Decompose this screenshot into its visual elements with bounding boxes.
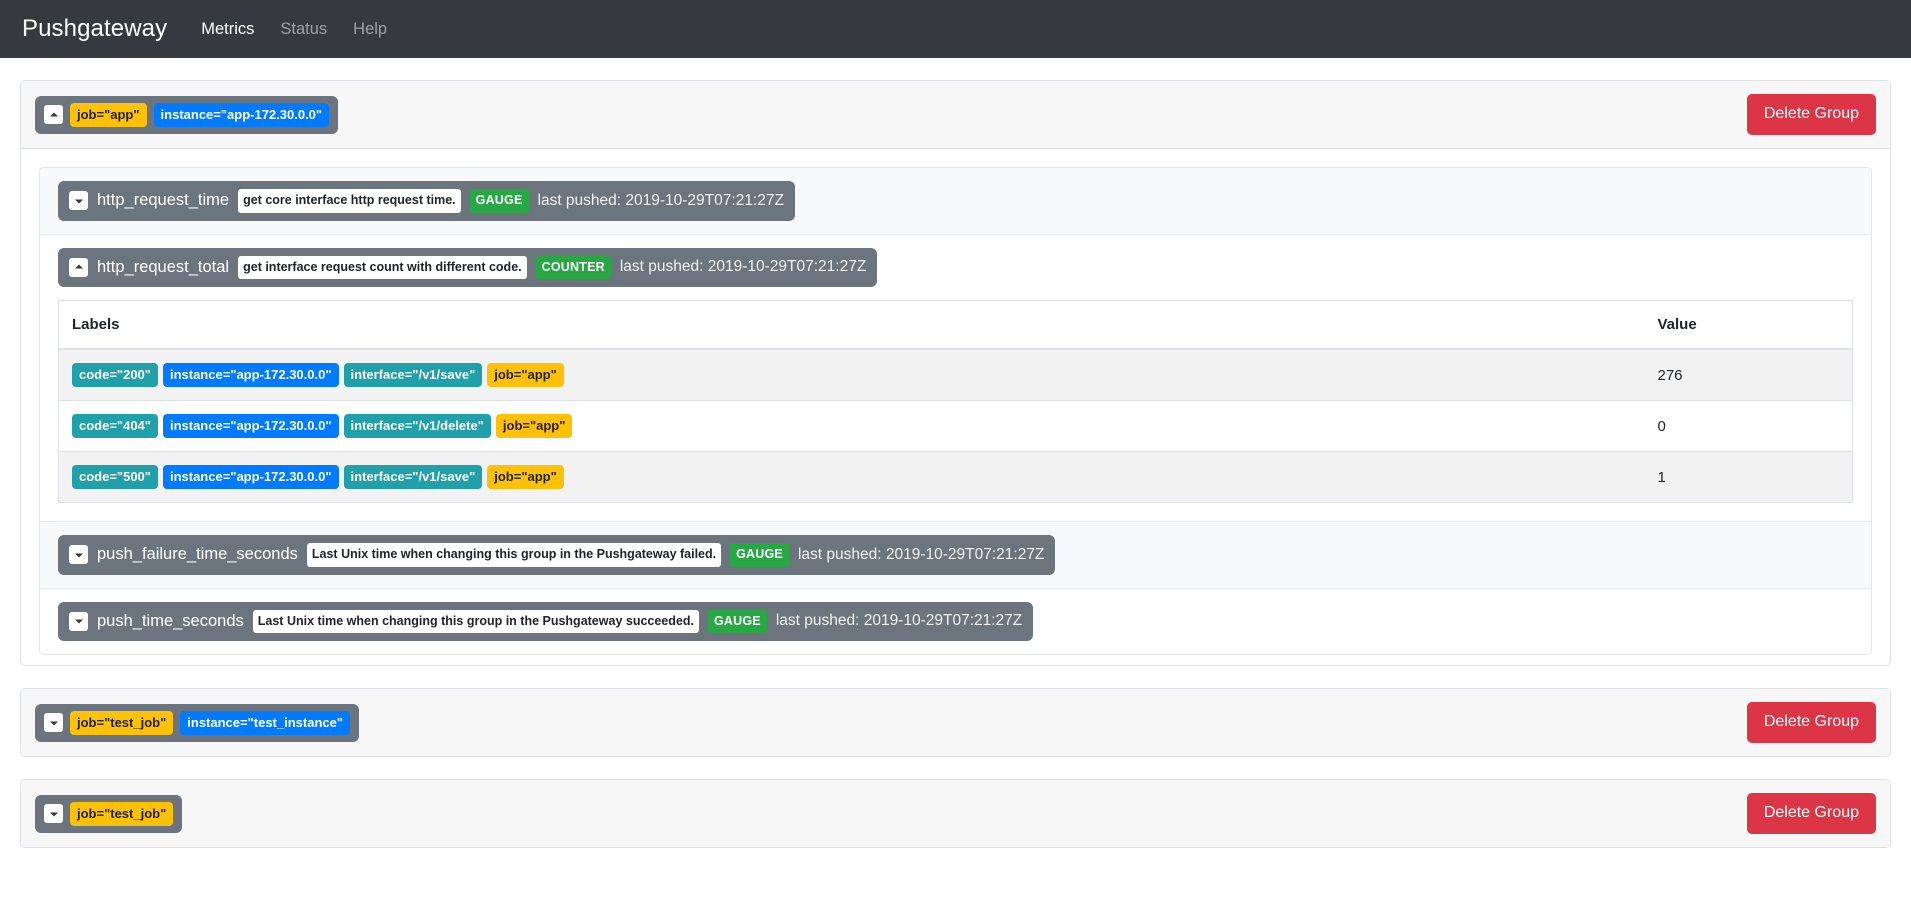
- group-label-badge: job="test_job": [70, 801, 174, 826]
- row-value-cell: 0: [1644, 400, 1853, 452]
- metric-last-pushed: last pushed: 2019-10-29T07:21:27Z: [797, 545, 1045, 563]
- column-header-value: Value: [1644, 300, 1853, 350]
- nav-link-metrics[interactable]: Metrics: [201, 20, 254, 39]
- metric-label-badge: instance="app-172.30.0.0": [162, 465, 339, 489]
- metric-help-text: Last Unix time when changing this group …: [306, 543, 722, 567]
- column-header-labels: Labels: [58, 300, 1645, 350]
- group-label-badge: instance="app-172.30.0.0": [153, 102, 330, 127]
- metric-help-text: get interface request count with differe…: [238, 255, 527, 279]
- metric-group: job="test_job" instance="test_instance" De…: [20, 688, 1891, 757]
- group-label-badge: job="test_job": [70, 710, 174, 735]
- metric-label-badge: interface="/v1/save": [343, 363, 483, 387]
- metric-chip[interactable]: push_failure_time_seconds Last Unix time …: [58, 535, 1056, 575]
- metric-name: push_failure_time_seconds: [97, 545, 298, 564]
- chevron-down-icon[interactable]: [69, 545, 88, 565]
- metric-label-badge: job="app": [495, 414, 573, 438]
- metric-label-badge: interface="/v1/delete": [343, 414, 491, 438]
- metric-block: http_request_time get core interface http…: [40, 168, 1871, 235]
- group-header: job="test_job" instance="test_instance" De…: [21, 689, 1890, 756]
- metric-label-badge: code="500": [72, 465, 158, 489]
- table-row: code="404" instance="app-172.30.0.0" inter…: [58, 400, 1853, 452]
- metric-type-badge: GAUGE: [469, 189, 529, 213]
- metric-label-badge: code="200": [72, 363, 158, 387]
- brand-link[interactable]: Pushgateway: [22, 15, 167, 43]
- groups-container: job="app" instance="app-172.30.0.0" Delete…: [0, 58, 1911, 848]
- group-header: job="app" instance="app-172.30.0.0" Delete…: [21, 81, 1890, 149]
- metric-chip[interactable]: push_time_seconds Last Unix time when cha…: [58, 601, 1034, 641]
- row-labels-cell: code="500" instance="app-172.30.0.0" inter…: [58, 451, 1645, 503]
- metric-table-wrapper: Labels Value code="200" instance="app-172.3…: [40, 300, 1871, 521]
- metric-label-badge: instance="app-172.30.0.0": [162, 363, 339, 387]
- navbar: Pushgateway Metrics Status Help: [0, 0, 1911, 58]
- group-header: job="test_job" Delete Group: [21, 780, 1890, 847]
- table-row: code="200" instance="app-172.30.0.0" inter…: [58, 348, 1853, 401]
- metric-type-badge: GAUGE: [707, 609, 767, 633]
- row-value-cell: 1: [1644, 451, 1853, 503]
- metric-block: push_time_seconds Last Unix time when cha…: [40, 589, 1871, 655]
- metric-last-pushed: last pushed: 2019-10-29T07:21:27Z: [619, 258, 867, 276]
- metric-group: job="app" instance="app-172.30.0.0" Delete…: [20, 80, 1891, 666]
- delete-group-button[interactable]: Delete Group: [1746, 793, 1876, 834]
- metric-block: http_request_total get interface request …: [40, 235, 1871, 522]
- group-label-chip[interactable]: job="test_job" instance="test_instance": [35, 703, 360, 742]
- nav-links: Metrics Status Help: [201, 20, 387, 39]
- metric-last-pushed: last pushed: 2019-10-29T07:21:27Z: [775, 612, 1023, 630]
- metrics-panel: http_request_time get core interface http…: [39, 167, 1872, 655]
- chevron-up-icon[interactable]: [69, 257, 88, 277]
- chevron-down-icon[interactable]: [44, 804, 63, 823]
- row-labels-cell: code="200" instance="app-172.30.0.0" inter…: [58, 348, 1645, 401]
- metric-name: http_request_total: [97, 257, 230, 276]
- nav-link-help[interactable]: Help: [353, 20, 387, 39]
- metric-label-badge: interface="/v1/save": [343, 465, 483, 489]
- group-label-chip[interactable]: job="test_job": [35, 794, 183, 833]
- metric-label-badge: instance="app-172.30.0.0": [162, 414, 339, 438]
- group-body: http_request_time get core interface http…: [21, 149, 1890, 665]
- delete-group-button[interactable]: Delete Group: [1746, 702, 1876, 743]
- metric-type-badge: COUNTER: [535, 255, 611, 279]
- chevron-down-icon[interactable]: [69, 191, 88, 211]
- metric-help-text: get core interface http request time.: [238, 189, 461, 213]
- metric-block: push_failure_time_seconds Last Unix time …: [40, 522, 1871, 589]
- metric-group: job="test_job" Delete Group: [20, 779, 1891, 848]
- metric-values-table: Labels Value code="200" instance="app-172.3…: [58, 300, 1853, 503]
- metric-label-badge: job="app": [487, 465, 564, 489]
- metric-chip[interactable]: http_request_time get core interface http…: [58, 181, 795, 221]
- nav-link-status[interactable]: Status: [280, 20, 327, 39]
- metric-header: http_request_time get core interface http…: [40, 168, 1871, 234]
- metric-help-text: Last Unix time when changing this group …: [252, 609, 699, 633]
- table-header-row: Labels Value: [58, 300, 1853, 350]
- row-labels-cell: code="404" instance="app-172.30.0.0" inter…: [58, 400, 1645, 452]
- metric-type-badge: GAUGE: [730, 543, 789, 567]
- metric-last-pushed: last pushed: 2019-10-29T07:21:27Z: [537, 191, 784, 209]
- row-value-cell: 276: [1644, 348, 1853, 401]
- metric-chip[interactable]: http_request_total get interface request …: [58, 247, 878, 287]
- metric-label-badge: job="app": [487, 363, 564, 387]
- chevron-down-icon[interactable]: [44, 713, 63, 732]
- metric-name: http_request_time: [97, 191, 230, 210]
- table-row: code="500" instance="app-172.30.0.0" inter…: [58, 451, 1853, 503]
- group-label-badge: job="app": [70, 102, 147, 127]
- delete-group-button[interactable]: Delete Group: [1746, 94, 1876, 135]
- metric-label-badge: code="404": [72, 414, 158, 438]
- metric-header: push_failure_time_seconds Last Unix time …: [40, 522, 1871, 588]
- metric-name: push_time_seconds: [97, 611, 244, 630]
- metric-header: http_request_total get interface request …: [40, 235, 1871, 301]
- chevron-down-icon[interactable]: [69, 611, 88, 631]
- chevron-up-icon[interactable]: [44, 105, 63, 124]
- group-label-chip[interactable]: job="app" instance="app-172.30.0.0": [35, 95, 339, 134]
- metric-header: push_time_seconds Last Unix time when cha…: [40, 589, 1871, 655]
- group-label-badge: instance="test_instance": [180, 710, 351, 735]
